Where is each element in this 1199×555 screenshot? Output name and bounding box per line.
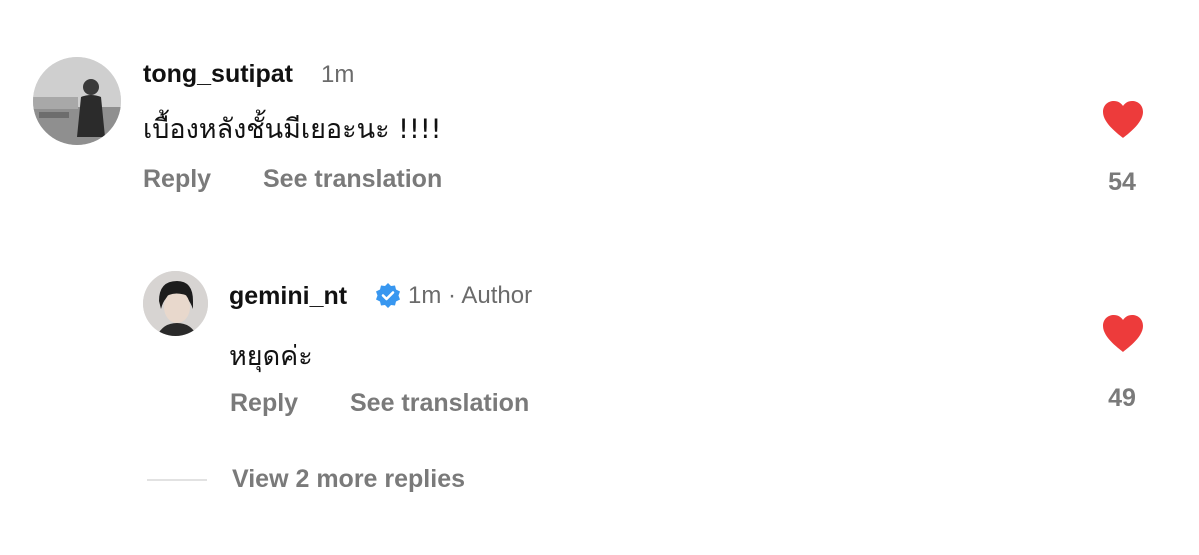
avatar-photo-icon — [33, 57, 121, 145]
see-translation-button[interactable]: See translation — [350, 389, 529, 418]
comment-timestamp: 1m — [321, 61, 355, 88]
comment-text: เบื้องหลังชั้นมีเยอะนะ !!!! — [143, 114, 442, 145]
comment-username[interactable]: tong_sutipat — [143, 60, 293, 89]
verified-badge-icon — [374, 282, 402, 310]
replies-divider — [147, 479, 207, 481]
view-more-replies-button[interactable]: View 2 more replies — [232, 465, 465, 494]
heart-icon[interactable] — [1101, 314, 1145, 354]
avatar-photo-icon — [143, 271, 208, 336]
comment-username[interactable]: gemini_nt — [229, 282, 347, 311]
like-count: 49 — [1108, 384, 1136, 412]
comment-timestamp: 1m · Author — [408, 282, 533, 309]
reply-button[interactable]: Reply — [230, 389, 298, 418]
avatar[interactable] — [143, 271, 208, 336]
heart-icon[interactable] — [1101, 100, 1145, 140]
reply-button[interactable]: Reply — [143, 165, 211, 194]
comment-text: หยุดค่ะ — [229, 341, 313, 372]
avatar[interactable] — [33, 57, 121, 145]
like-count: 54 — [1108, 168, 1136, 196]
see-translation-button[interactable]: See translation — [263, 165, 442, 194]
